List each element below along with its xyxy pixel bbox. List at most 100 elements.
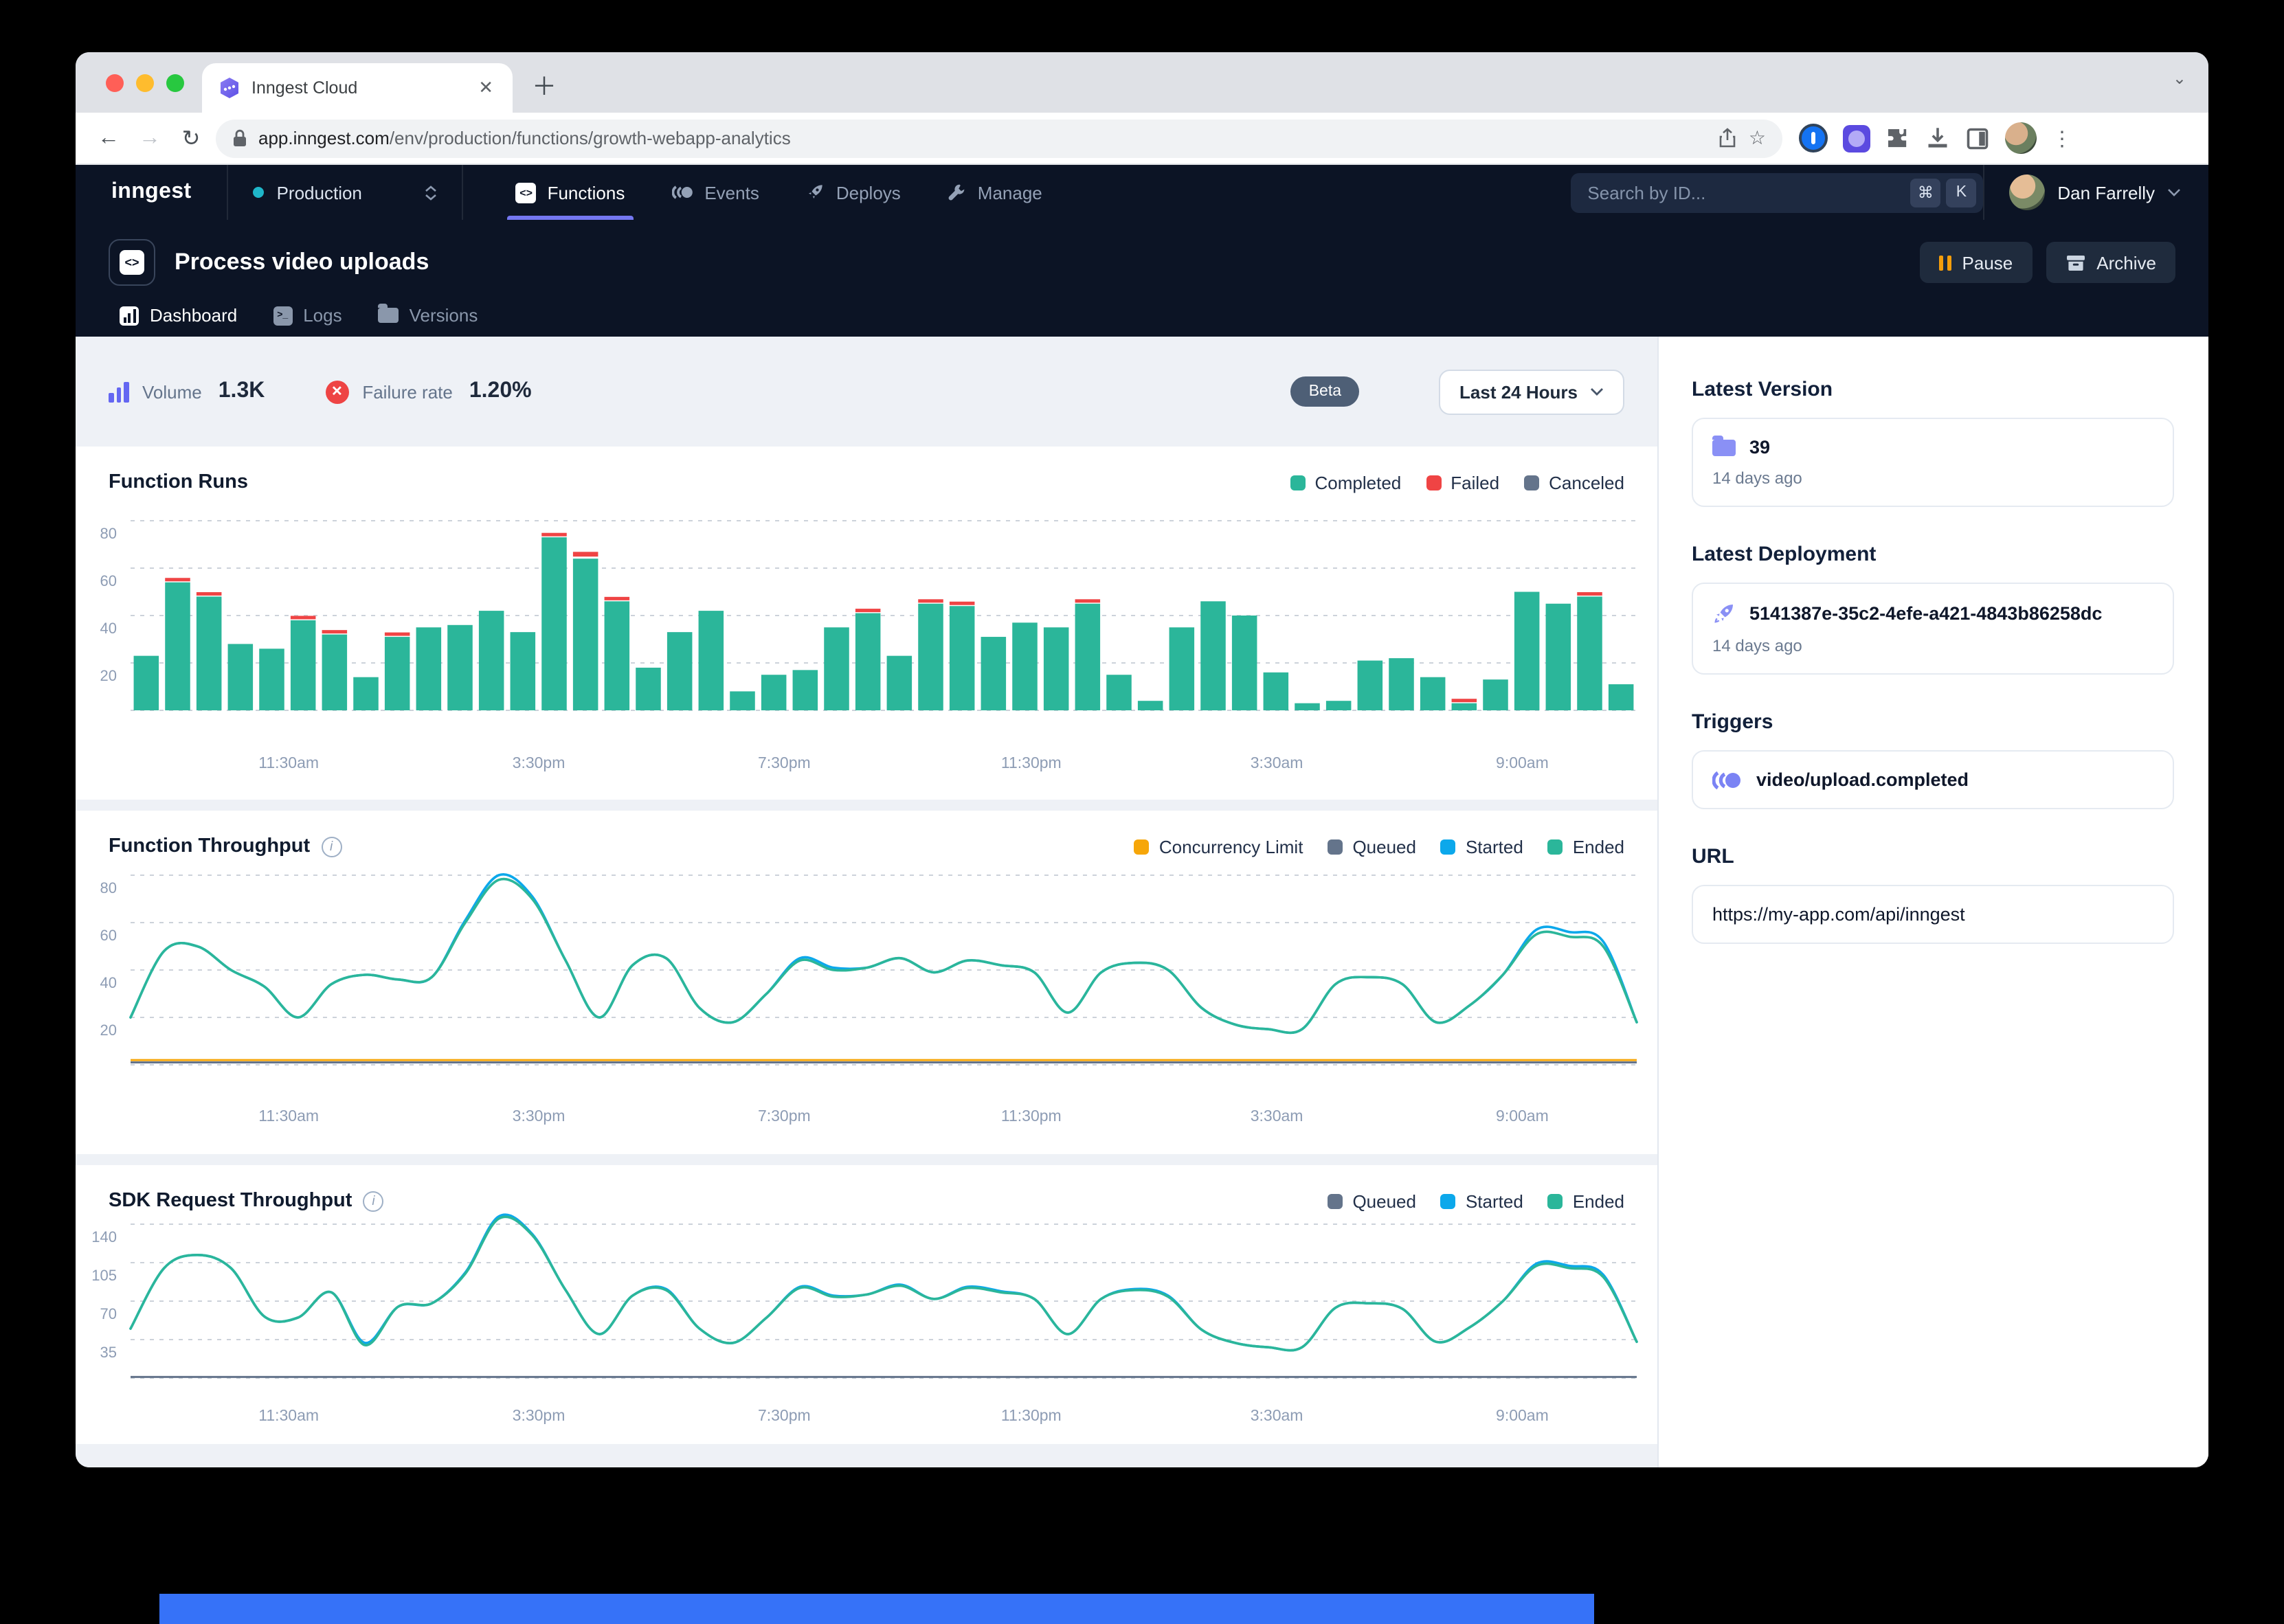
- url-value: https://my-app.com/api/inngest: [1712, 904, 1965, 925]
- environment-name: Production: [277, 182, 413, 203]
- function-throughput-chart: 2040608011:30am3:30pm7:30pm11:30pm3:30am…: [76, 857, 1659, 1146]
- svg-text:9:00am: 9:00am: [1496, 1107, 1549, 1125]
- legend-item: Queued: [1328, 1191, 1416, 1211]
- volume-bars-icon: [109, 381, 128, 403]
- svg-text:7:30pm: 7:30pm: [758, 1406, 811, 1424]
- svg-text:70: 70: [100, 1305, 117, 1322]
- latest-version-time: 14 days ago: [1712, 469, 2153, 488]
- latest-deployment-heading: Latest Deployment: [1692, 543, 2174, 566]
- tab-logs[interactable]: >_Logs: [262, 305, 352, 341]
- nav-item-manage[interactable]: Manage: [928, 165, 1062, 220]
- environment-chevrons-icon: [425, 185, 438, 200]
- volume-value: 1.3K: [219, 379, 265, 404]
- function-runs-title: Function Runs: [109, 471, 248, 493]
- info-icon[interactable]: i: [363, 1191, 383, 1211]
- user-menu[interactable]: Dan Farrelly: [1984, 165, 2208, 220]
- stats-bar: Volume 1.3K ✕ Failure rate 1.20% Beta La…: [76, 337, 1657, 447]
- svg-text:9:00am: 9:00am: [1496, 754, 1549, 771]
- address-bar[interactable]: app.inngest.com/env/production/functions…: [216, 119, 1782, 157]
- cmd-key-icon: ⌘: [1910, 178, 1940, 207]
- sdk-throughput-card: SDK Request Throughputi QueuedStartedEnd…: [76, 1165, 1657, 1444]
- dashboard-chart-icon: [120, 306, 139, 325]
- browser-tab[interactable]: Inngest Cloud ✕: [202, 63, 513, 113]
- desktop: Inngest Cloud ✕ ＋ ⌄ ← → ↻ app.inngest.co…: [0, 0, 2284, 1624]
- logs-terminal-icon: >_: [273, 306, 292, 325]
- browser-profile-avatar[interactable]: [2005, 122, 2037, 154]
- svg-text:140: 140: [91, 1228, 117, 1245]
- zoom-window-button[interactable]: [166, 74, 184, 92]
- nav-item-events[interactable]: Events: [652, 165, 779, 220]
- svg-text:3:30am: 3:30am: [1251, 1107, 1303, 1125]
- function-tabs: Dashboard >_Logs Versions: [109, 305, 2175, 341]
- tab-versions[interactable]: Versions: [367, 305, 489, 341]
- share-icon[interactable]: [1718, 128, 1738, 148]
- traffic-lights: [106, 74, 184, 92]
- latest-version-card[interactable]: 39 14 days ago: [1692, 418, 2174, 507]
- archive-button[interactable]: Archive: [2046, 242, 2175, 283]
- failure-x-icon: ✕: [325, 380, 348, 403]
- inngest-logo[interactable]: inngest: [76, 165, 227, 220]
- tab-close-icon[interactable]: ✕: [473, 77, 499, 99]
- trigger-card[interactable]: video/upload.completed: [1692, 750, 2174, 809]
- info-icon[interactable]: i: [321, 836, 342, 857]
- latest-version-heading: Latest Version: [1692, 378, 2174, 401]
- sdk-throughput-chart: 357010514011:30am3:30pm7:30pm11:30pm3:30…: [76, 1212, 1659, 1436]
- content-area: Volume 1.3K ✕ Failure rate 1.20% Beta La…: [76, 337, 2208, 1467]
- event-trigger-icon: [1712, 770, 1743, 789]
- bookmark-star-icon[interactable]: ☆: [1749, 126, 1766, 150]
- browser-tab-strip: Inngest Cloud ✕ ＋ ⌄: [76, 52, 2208, 113]
- environment-selector[interactable]: Production: [229, 165, 462, 220]
- pause-icon: [1940, 255, 1951, 270]
- volume-stat: Volume 1.3K: [109, 379, 265, 404]
- deploys-rocket-icon: [806, 183, 825, 202]
- svg-text:80: 80: [100, 879, 117, 896]
- browser-menu-icon[interactable]: ⋮: [2052, 126, 2074, 150]
- svg-text:3:30pm: 3:30pm: [513, 754, 566, 771]
- triggers-heading: Triggers: [1692, 710, 2174, 734]
- svg-text:60: 60: [100, 927, 117, 944]
- tab-dashboard[interactable]: Dashboard: [109, 305, 248, 341]
- url-heading: URL: [1692, 845, 2174, 868]
- svg-text:11:30pm: 11:30pm: [1001, 754, 1062, 771]
- latest-deployment-card[interactable]: 5141387e-35c2-4efe-a421-4843b86258dc 14 …: [1692, 583, 2174, 675]
- new-tab-button[interactable]: ＋: [532, 67, 557, 103]
- purple-extension-icon[interactable]: [1843, 124, 1870, 152]
- environment-status-dot: [254, 187, 265, 198]
- app-navbar: inngest Production <>FunctionsEventsDepl…: [76, 165, 2208, 220]
- search-input[interactable]: Search by ID... ⌘ K: [1571, 172, 1983, 212]
- forward-icon[interactable]: →: [133, 126, 166, 150]
- svg-text:40: 40: [100, 974, 117, 991]
- nav-item-functions[interactable]: <>Functions: [497, 165, 645, 220]
- svg-text:3:30am: 3:30am: [1251, 1406, 1303, 1424]
- back-icon[interactable]: ←: [92, 126, 125, 150]
- legend-item: Concurrency Limit: [1134, 836, 1303, 857]
- failure-rate-value: 1.20%: [469, 379, 532, 404]
- function-runs-chart: 2040608011:30am3:30pm7:30pm11:30pm3:30am…: [76, 493, 1659, 791]
- url-card[interactable]: https://my-app.com/api/inngest: [1692, 885, 2174, 944]
- svg-text:20: 20: [100, 667, 117, 684]
- legend-item: Ended: [1548, 836, 1624, 857]
- time-range-select[interactable]: Last 24 Hours: [1439, 369, 1624, 414]
- nav-item-deploys[interactable]: Deploys: [787, 165, 920, 220]
- tab-search-chevron-icon[interactable]: ⌄: [2173, 69, 2186, 88]
- pause-button[interactable]: Pause: [1921, 242, 2033, 283]
- failure-rate-label: Failure rate: [362, 381, 453, 402]
- svg-text:3:30am: 3:30am: [1251, 754, 1303, 771]
- close-window-button[interactable]: [106, 74, 124, 92]
- onepassword-extension-icon[interactable]: [1799, 124, 1828, 153]
- extensions-puzzle-icon[interactable]: [1885, 126, 1910, 150]
- downloads-icon[interactable]: [1925, 126, 1950, 150]
- svg-text:3:30pm: 3:30pm: [513, 1406, 566, 1424]
- minimize-window-button[interactable]: [136, 74, 154, 92]
- events-icon: [671, 184, 693, 201]
- svg-text:7:30pm: 7:30pm: [758, 1107, 811, 1125]
- failure-rate-stat: ✕ Failure rate 1.20%: [325, 379, 531, 404]
- desktop-wallpaper-strip: [159, 1594, 1594, 1624]
- function-runs-legend: CompletedFailedCanceled: [1290, 472, 1624, 493]
- svg-text:105: 105: [91, 1267, 117, 1284]
- svg-text:60: 60: [100, 572, 117, 589]
- beta-badge: Beta: [1291, 376, 1359, 407]
- reload-icon[interactable]: ↻: [175, 124, 208, 152]
- svg-text:9:00am: 9:00am: [1496, 1406, 1549, 1424]
- sidebar-panel-icon[interactable]: [1965, 126, 1990, 150]
